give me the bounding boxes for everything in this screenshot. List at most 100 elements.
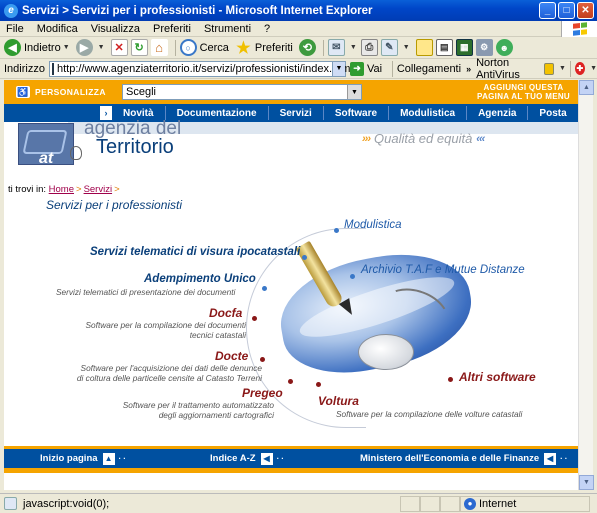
title-bar: e Servizi > Servizi per i professionisti…: [0, 0, 597, 21]
nav-item-modulistica[interactable]: Modulistica: [389, 106, 468, 120]
footer-top-link[interactable]: Inizio pagina ▲ ··: [40, 452, 128, 465]
menu-preferiti[interactable]: Preferiti: [153, 23, 191, 35]
tools-icon[interactable]: ⚙: [475, 39, 493, 56]
link-voltura[interactable]: Voltura: [318, 394, 359, 408]
personalize-link[interactable]: ♿ PERSONALIZZA: [16, 86, 122, 98]
breadcrumb-separator: >: [76, 184, 82, 195]
page-icon: [51, 62, 54, 75]
nav-item-servizi[interactable]: Servizi: [269, 106, 324, 120]
edit-icon[interactable]: ✎: [380, 39, 398, 56]
address-input[interactable]: http://www.agenziaterritorio.it/servizi/…: [48, 60, 350, 77]
nav-item-software[interactable]: Software: [324, 106, 390, 120]
footer-ministry-label: Ministero dell'Economia e delle Finanze: [360, 453, 540, 464]
nav-item-agenzia[interactable]: Agenzia: [467, 106, 529, 120]
close-button[interactable]: ✕: [577, 2, 594, 19]
mail-icon[interactable]: ✉: [327, 39, 345, 56]
address-bar: Indirizzo http://www.agenziaterritorio.i…: [0, 57, 597, 81]
chevron-down-icon[interactable]: ▼: [350, 44, 357, 51]
pregeo-description-line1: Software per il trattamento automatizzat…: [122, 400, 274, 410]
breadcrumb-home[interactable]: Home: [49, 184, 74, 195]
favorites-button[interactable]: ★ Preferiti: [235, 39, 293, 57]
chevron-down-icon[interactable]: ▼: [403, 44, 410, 51]
status-text: javascript:void(0);: [23, 497, 110, 510]
toolbar-separator: [392, 60, 393, 77]
link-pregeo[interactable]: Pregeo: [242, 386, 283, 400]
minimize-button[interactable]: _: [539, 2, 556, 19]
chevron-down-icon[interactable]: ▼: [63, 44, 70, 51]
links-button[interactable]: Collegamenti: [397, 63, 461, 75]
messenger-app-icon[interactable]: ▦: [455, 39, 473, 56]
address-url: http://www.agenziaterritorio.it/servizi/…: [56, 62, 351, 75]
footer-index-link[interactable]: Indice A-Z ◀ ··: [210, 452, 286, 465]
refresh-icon[interactable]: ↻: [130, 39, 148, 56]
go-button[interactable]: ➜ Vai: [349, 61, 383, 76]
bullet-dot: [350, 274, 355, 279]
agency-logo[interactable]: at: [18, 123, 74, 165]
forward-button[interactable]: ▶ ▼: [75, 39, 105, 56]
vertical-scrollbar[interactable]: ▲ ▼: [578, 80, 594, 490]
research-icon[interactable]: ▤: [435, 39, 453, 56]
link-docfa[interactable]: Docfa: [209, 306, 242, 320]
link-visura-ipocatastali[interactable]: Servizi telematici di visura ipocatastal…: [90, 246, 300, 258]
services-diagram: Modulistica Servizi telematici di visura…: [4, 210, 578, 430]
link-modulistica[interactable]: Modulistica: [344, 219, 402, 231]
chevron-down-icon[interactable]: ▼: [559, 65, 566, 72]
tagline: ››› Qualità ed equità ‹‹‹: [358, 131, 485, 146]
footer-ministry-link[interactable]: Ministero dell'Economia e delle Finanze …: [360, 452, 569, 465]
section-select[interactable]: Scegli ▼: [122, 84, 362, 100]
chevron-down-icon[interactable]: ▼: [590, 65, 597, 72]
docfa-description: Software per la compilazione dei documen…: [66, 320, 247, 340]
zone-indicator: ● Internet: [460, 495, 590, 512]
adempimento-description: Servizi telematici di presentazione dei …: [56, 287, 236, 297]
stop-icon[interactable]: ✕: [110, 39, 128, 56]
add-to-menu-link[interactable]: AGGIUNGI QUESTA PAGINA AL TUO MENU: [477, 83, 570, 101]
tagline-text: Qualità ed equità: [374, 131, 473, 146]
add-to-menu-line1: AGGIUNGI QUESTA: [483, 83, 564, 92]
norton-shield-icon[interactable]: ✚: [574, 62, 586, 75]
breadcrumb-servizi[interactable]: Servizi: [84, 184, 113, 195]
history-icon[interactable]: ⟲: [298, 39, 316, 56]
chevron-right-icon[interactable]: »: [466, 64, 471, 74]
go-label: Vai: [366, 62, 383, 75]
discuss-icon[interactable]: [415, 39, 433, 56]
chevron-down-icon[interactable]: ▼: [331, 61, 345, 76]
home-icon[interactable]: ⌂: [150, 39, 168, 56]
menu-file[interactable]: File: [6, 23, 24, 35]
forward-arrow-icon: ▶: [75, 39, 93, 56]
window-controls: _ □ ✕: [539, 2, 594, 19]
search-label: Cerca: [199, 41, 229, 54]
menu-strumenti[interactable]: Strumenti: [204, 23, 251, 35]
scroll-up-icon[interactable]: ▲: [579, 80, 594, 95]
search-button[interactable]: ○ Cerca: [179, 39, 229, 56]
link-altri-software[interactable]: Altri software: [459, 370, 536, 384]
menu-modifica[interactable]: Modifica: [37, 23, 78, 35]
menu-help[interactable]: ?: [264, 23, 270, 35]
scroll-down-icon[interactable]: ▼: [579, 475, 594, 490]
search-icon: ○: [179, 39, 197, 56]
chevron-down-icon[interactable]: ▼: [98, 44, 105, 51]
chevrons-right-icon: ›››: [362, 132, 371, 145]
link-archivio-taf[interactable]: Archivio T.A.F e Mutue Distanze: [361, 264, 525, 276]
arrow-left-icon: ◀: [260, 452, 273, 465]
pregeo-description-line2: degli aggiornamenti cartografici: [158, 410, 274, 420]
norton-icon[interactable]: [544, 62, 554, 75]
nav-item-posta[interactable]: Posta: [528, 106, 577, 120]
chevron-down-icon[interactable]: ▼: [347, 85, 361, 99]
messenger-icon[interactable]: ☻: [495, 39, 513, 56]
menu-visualizza[interactable]: Visualizza: [91, 23, 140, 35]
favorites-label: Preferiti: [254, 41, 293, 54]
dots-icon: ··: [118, 454, 128, 463]
status-bar: javascript:void(0); ● Internet: [0, 493, 597, 513]
footer-index-label: Indice A-Z: [210, 453, 256, 464]
link-adempimento-unico[interactable]: Adempimento Unico: [144, 273, 256, 285]
print-icon[interactable]: ⎙: [360, 39, 378, 56]
republic-emblem-icon: [70, 146, 82, 160]
back-button[interactable]: ◀ Indietro ▼: [4, 39, 70, 56]
norton-antivirus-button[interactable]: Norton AntiVirus: [476, 57, 539, 81]
link-docte[interactable]: Docte: [215, 349, 248, 363]
toolbar-separator: [322, 39, 324, 56]
add-to-menu-line2: PAGINA AL TUO MENU: [477, 92, 570, 101]
brand-name-line2: Territorio: [96, 136, 174, 158]
maximize-button[interactable]: □: [558, 2, 575, 19]
docte-description-line2: di coltura delle particelle censite al C…: [76, 373, 262, 383]
